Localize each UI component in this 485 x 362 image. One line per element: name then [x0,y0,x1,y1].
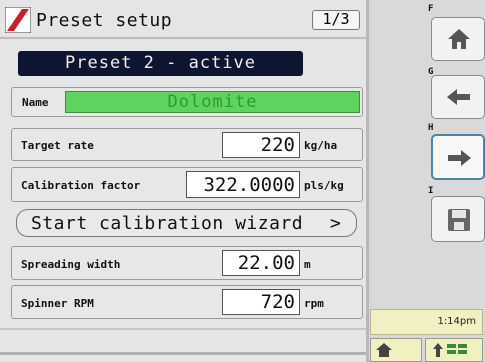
home-softkey[interactable] [431,17,485,61]
preset-active-banner: Preset 2 - active [18,51,303,76]
app-logo-icon [5,7,31,33]
calibration-factor-row: Calibration factor 322.0000 pls/kg [11,167,363,202]
footer-divider [0,328,366,330]
name-field[interactable]: Dolomite [65,91,360,113]
spinner-rpm-row: Spinner RPM 720 rpm [11,285,363,319]
save-icon [448,209,470,231]
clock-time: 1:14pm [437,316,476,327]
spinner-rpm-unit: rpm [304,297,324,310]
softkey-h-label: H [428,123,434,133]
start-calibration-wizard-button[interactable]: Start calibration wizard > [16,209,357,237]
target-rate-unit: kg/ha [304,139,338,152]
spreading-width-unit: m [304,258,311,271]
bottom-edge [0,352,366,355]
arrow-right-icon [448,150,471,166]
grid-menu-icon [433,343,467,357]
softkey-i-label: I [428,186,434,196]
header-divider [0,37,366,39]
softkey-f-label: F [428,4,434,14]
calibration-factor-label: Calibration factor [21,179,141,192]
page-title: Preset setup [36,10,173,31]
chevron-right-icon: > [330,213,341,234]
preset-setup-panel: Preset setup 1/3 Preset 2 - active Name … [0,0,369,362]
home-icon [376,343,392,357]
spinner-rpm-label: Spinner RPM [21,297,94,310]
target-rate-row: Target rate 220 kg/ha [11,128,363,161]
spinner-rpm-input[interactable]: 720 [222,289,300,315]
clock-panel: 1:14pm [370,309,483,335]
name-row: Name Dolomite [11,87,363,117]
menu-nav-button[interactable] [425,338,483,362]
home-nav-button[interactable] [370,338,422,362]
spreading-width-label: Spreading width [21,258,121,271]
spreading-width-input[interactable]: 22.00 [222,250,300,276]
wizard-button-label: Start calibration wizard [31,213,304,234]
calibration-factor-unit: pls/kg [304,179,344,192]
page-indicator[interactable]: 1/3 [312,10,360,30]
back-softkey[interactable] [431,75,485,119]
arrow-left-icon [447,89,470,105]
target-rate-input[interactable]: 220 [222,132,300,158]
spreading-width-row: Spreading width 22.00 m [11,246,363,280]
save-softkey[interactable] [431,196,485,242]
home-icon [448,29,470,49]
next-softkey[interactable] [431,134,485,180]
name-label: Name [22,96,49,109]
target-rate-label: Target rate [21,139,94,152]
calibration-factor-input[interactable]: 322.0000 [186,171,300,198]
